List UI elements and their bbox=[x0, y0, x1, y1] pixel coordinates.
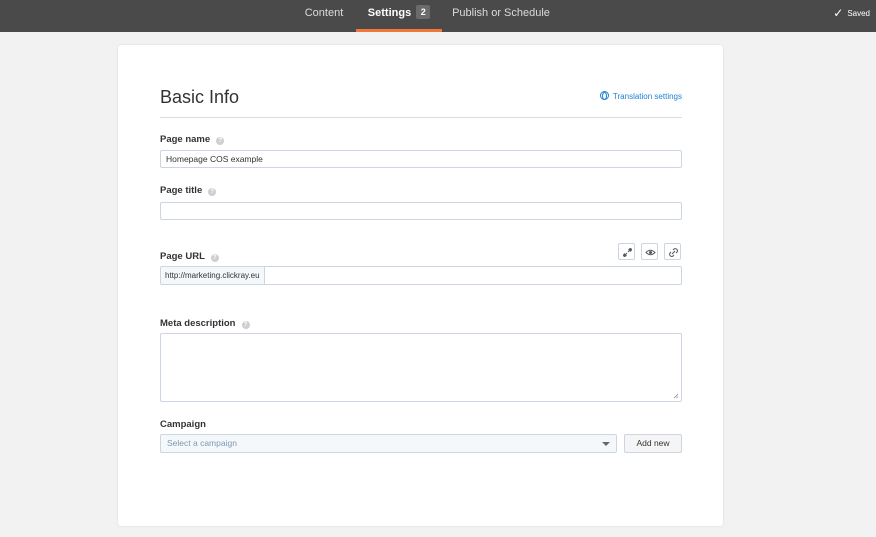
question-icon[interactable]: ? bbox=[208, 188, 217, 196]
add-new-campaign-button[interactable]: Add new bbox=[624, 434, 682, 453]
translation-settings-link[interactable]: Translation settings bbox=[599, 91, 682, 101]
tab-publish-or-schedule[interactable]: Publish or Schedule bbox=[448, 0, 554, 32]
saved-label: Saved bbox=[847, 9, 870, 18]
campaign-label-text: Campaign bbox=[160, 419, 206, 430]
section-divider bbox=[160, 117, 682, 118]
top-navigation-bar: Content Settings 2 Publish or Schedule ✓ S… bbox=[0, 0, 876, 32]
url-domain-prefix: http://marketing.clickray.eu bbox=[161, 267, 265, 284]
active-tab-indicator bbox=[356, 29, 442, 32]
preview-button[interactable] bbox=[641, 243, 658, 260]
page-url-label: Page URL? bbox=[160, 251, 219, 262]
tab-settings-label: Settings bbox=[367, 7, 412, 19]
page-url-label-text: Page URL bbox=[160, 251, 205, 262]
page-title: Basic Info bbox=[160, 87, 240, 107]
page-title-label: Page title? bbox=[160, 185, 217, 196]
meta-description-label-text: Meta description bbox=[160, 318, 236, 329]
page-name-label-text: Page name bbox=[160, 134, 211, 145]
resize-handle-icon[interactable] bbox=[673, 393, 679, 399]
campaign-placeholder: Select a campaign bbox=[167, 438, 237, 448]
tab-settings[interactable]: Settings 2 bbox=[356, 0, 442, 32]
chevron-down-icon bbox=[602, 442, 610, 446]
checkmark-icon: ✓ bbox=[833, 6, 844, 20]
question-icon[interactable]: ? bbox=[216, 137, 225, 145]
save-status: ✓ Saved bbox=[833, 0, 870, 26]
page-url-field: http://marketing.clickray.eu bbox=[160, 266, 682, 285]
page-name-label: Page name? bbox=[160, 134, 225, 145]
question-icon[interactable]: ? bbox=[241, 321, 250, 329]
preview-eye-icon bbox=[645, 249, 656, 256]
campaign-select[interactable]: Select a campaign bbox=[160, 434, 617, 453]
copy-link-button[interactable] bbox=[664, 243, 681, 260]
tab-publish-label: Publish or Schedule bbox=[452, 7, 550, 19]
page-name-input[interactable] bbox=[160, 150, 682, 168]
tab-content[interactable]: Content bbox=[296, 0, 352, 32]
translation-settings-label: Translation settings bbox=[612, 92, 682, 101]
page-title-input[interactable] bbox=[160, 202, 682, 220]
tab-content-label: Content bbox=[304, 7, 344, 19]
meta-description-label: Meta description? bbox=[160, 318, 250, 329]
settings-count-badge: 2 bbox=[416, 5, 431, 19]
campaign-label: Campaign bbox=[160, 419, 206, 430]
globe-icon bbox=[599, 91, 609, 100]
copy-link-icon bbox=[669, 248, 678, 257]
question-icon[interactable]: ? bbox=[210, 254, 219, 262]
page-url-slug-input[interactable] bbox=[277, 267, 681, 284]
page-title-label-text: Page title bbox=[160, 185, 203, 196]
edit-link-button[interactable] bbox=[618, 243, 635, 260]
meta-description-textarea[interactable] bbox=[160, 333, 682, 402]
edit-link-icon bbox=[622, 247, 633, 258]
